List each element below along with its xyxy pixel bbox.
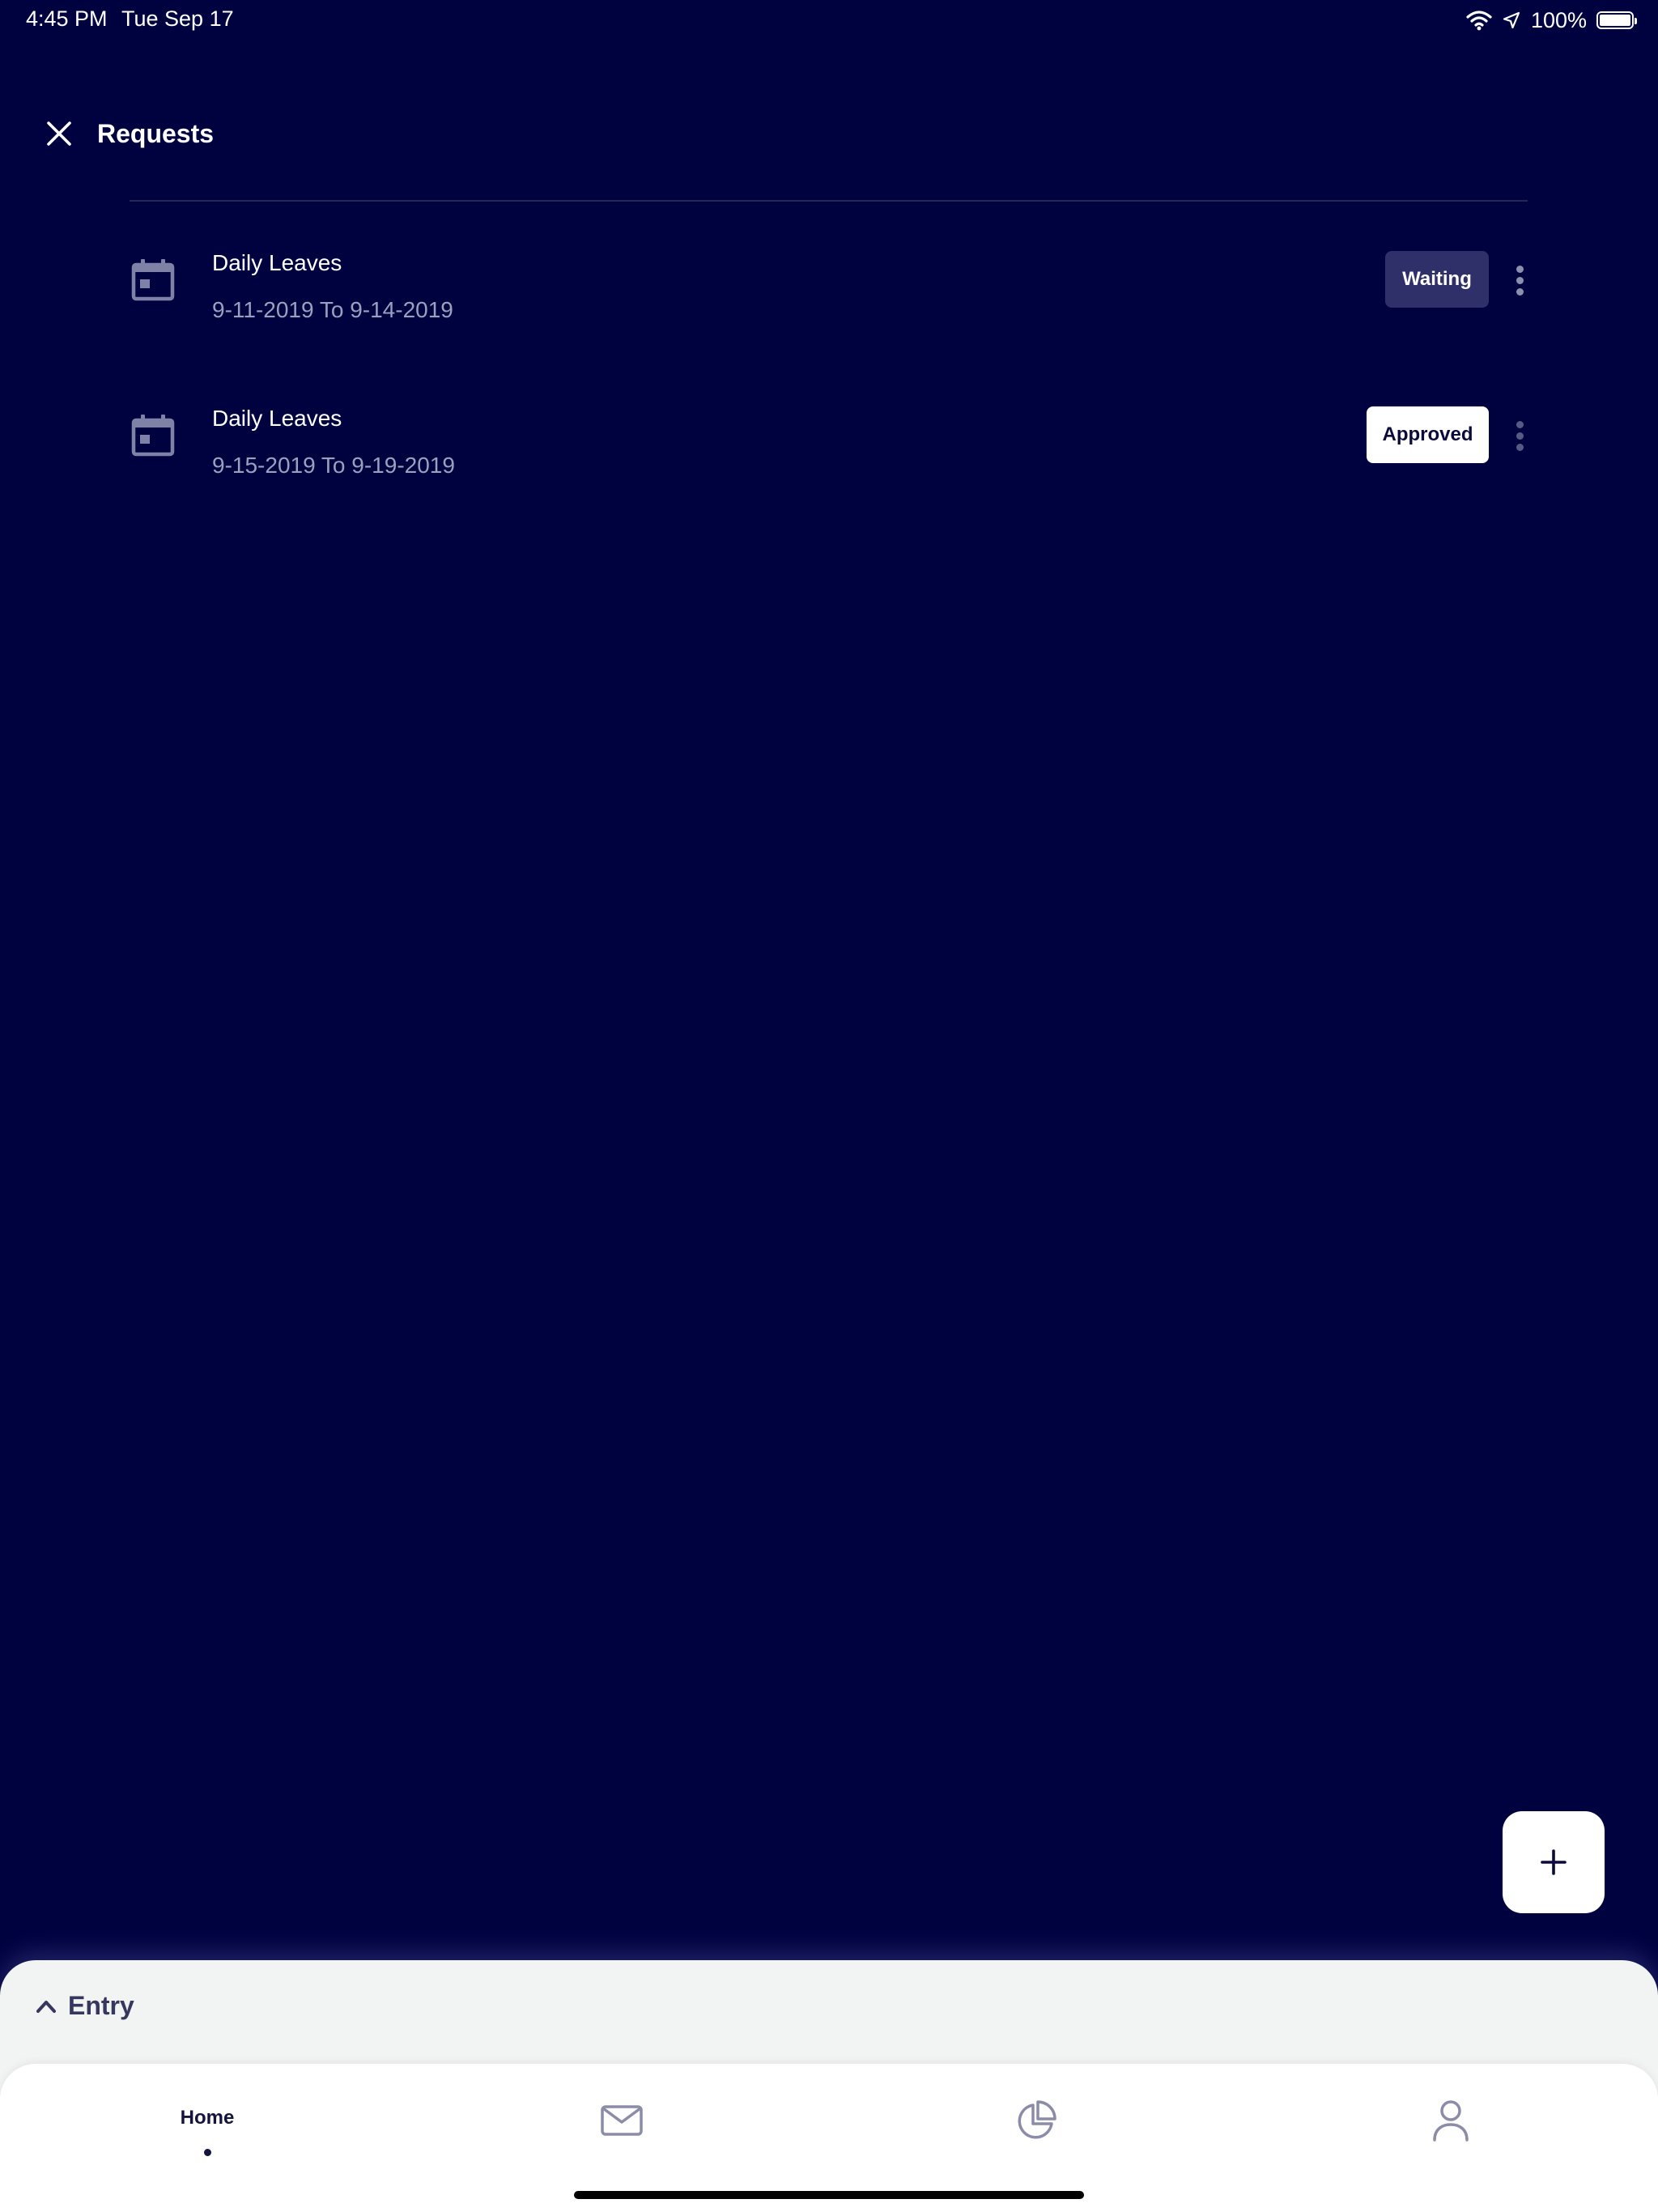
close-button[interactable] bbox=[40, 115, 78, 152]
status-badge-waiting[interactable]: Waiting bbox=[1385, 251, 1489, 308]
tab-profile[interactable] bbox=[1244, 2064, 1658, 2177]
mail-icon bbox=[601, 2105, 643, 2136]
user-icon bbox=[1433, 2100, 1469, 2142]
request-dates: 9-15-2019 To 9-19-2019 bbox=[212, 453, 455, 478]
status-badge-approved[interactable]: Approved bbox=[1367, 406, 1489, 463]
calendar-icon bbox=[131, 259, 175, 301]
page-title: Requests bbox=[97, 118, 215, 148]
tab-statistics[interactable] bbox=[829, 2064, 1244, 2177]
header: Requests bbox=[40, 113, 214, 154]
active-tab-indicator bbox=[203, 2148, 211, 2156]
tab-messages[interactable] bbox=[414, 2064, 829, 2177]
tab-bar: Home bbox=[0, 2064, 1658, 2212]
tab-home[interactable]: Home bbox=[0, 2064, 414, 2177]
status-bar: 4:45 PM Tue Sep 17 100% bbox=[0, 0, 1658, 39]
more-options-icon[interactable] bbox=[1511, 415, 1528, 456]
tab-home-label: Home bbox=[180, 2106, 235, 2129]
chevron-up-icon bbox=[36, 2000, 56, 2013]
pie-chart-icon bbox=[1018, 2100, 1056, 2139]
request-row[interactable]: Daily Leaves 9-15-2019 To 9-19-2019 Appr… bbox=[130, 388, 1528, 485]
calendar-icon bbox=[131, 415, 175, 457]
home-indicator bbox=[574, 2191, 1084, 2199]
status-date: Tue Sep 17 bbox=[121, 6, 234, 31]
location-arrow-icon bbox=[1503, 11, 1520, 29]
battery-percentage: 100% bbox=[1530, 7, 1587, 32]
header-divider bbox=[130, 200, 1528, 202]
entry-label: Entry bbox=[68, 1991, 134, 2020]
more-options-icon[interactable] bbox=[1511, 260, 1528, 300]
status-indicators: 100% bbox=[1466, 6, 1637, 34]
status-time: 4:45 PM bbox=[26, 6, 108, 31]
request-row[interactable]: Daily Leaves 9-11-2019 To 9-14-2019 Wait… bbox=[130, 232, 1528, 330]
request-dates: 9-11-2019 To 9-14-2019 bbox=[212, 297, 453, 322]
add-request-button[interactable] bbox=[1503, 1811, 1605, 1913]
battery-icon bbox=[1596, 11, 1637, 29]
request-title: Daily Leaves bbox=[212, 250, 342, 275]
wifi-icon bbox=[1466, 11, 1492, 31]
close-icon bbox=[47, 121, 71, 146]
plus-icon bbox=[1541, 1849, 1567, 1875]
request-title: Daily Leaves bbox=[212, 406, 342, 431]
entry-toggle[interactable]: Entry bbox=[36, 1991, 134, 2021]
